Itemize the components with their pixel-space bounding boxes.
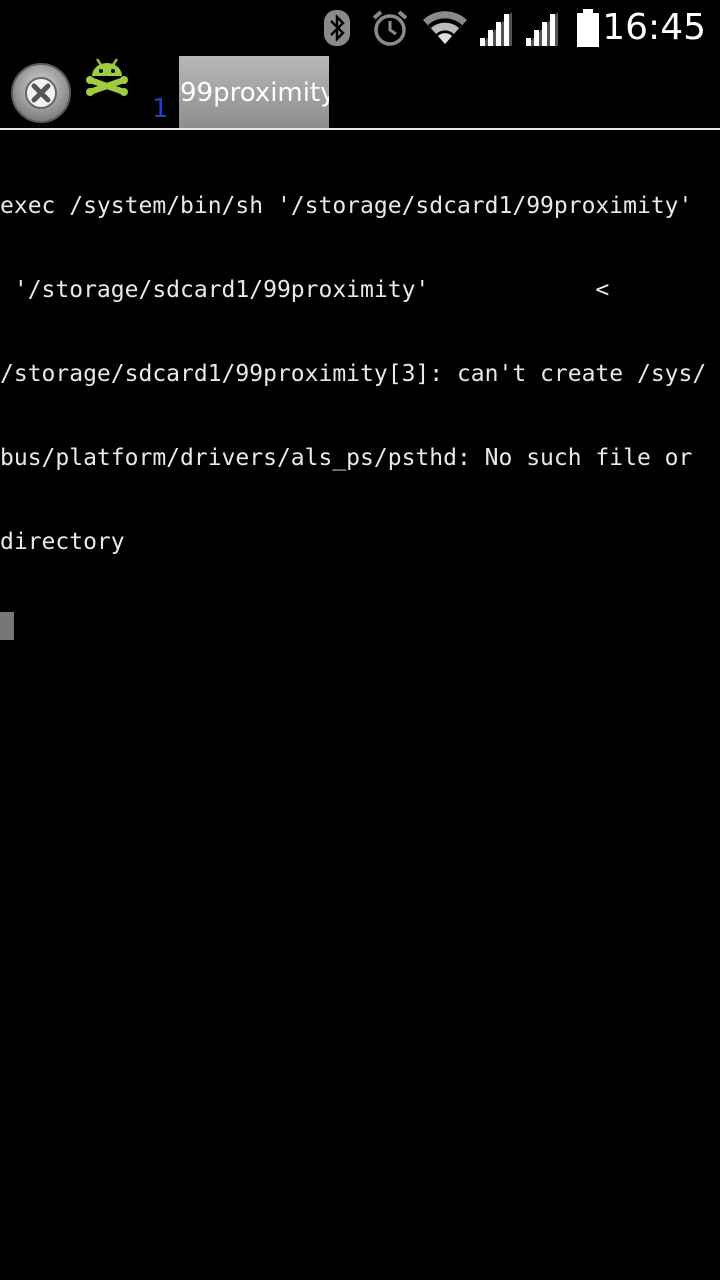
status-bar: 16:45	[0, 0, 720, 56]
battery-icon	[577, 9, 599, 47]
tab-divider	[0, 128, 720, 130]
terminal-prompt-line[interactable]	[0, 612, 720, 640]
wifi-icon	[423, 11, 467, 44]
tab-99proximity[interactable]: 99proximity	[179, 56, 329, 128]
close-window-button[interactable]	[10, 62, 72, 124]
android-terminal-icon	[86, 58, 128, 96]
signal-icon	[526, 12, 558, 46]
terminal-line: exec /system/bin/sh '/storage/sdcard1/99…	[0, 193, 693, 219]
terminal-output[interactable]: exec /system/bin/sh '/storage/sdcard1/99…	[0, 136, 720, 668]
terminal-cursor	[0, 612, 14, 640]
window-count-badge: 1	[152, 94, 169, 124]
terminal-line: '/storage/sdcard1/99proximity' <	[0, 277, 610, 303]
signal-icon	[480, 12, 512, 46]
clock-time: 16:45	[602, 7, 706, 48]
terminal-line: /storage/sdcard1/99proximity[3]: can't c…	[0, 361, 707, 387]
terminal-line: directory	[0, 529, 125, 555]
window-tab-bar: 1 99proximity	[0, 56, 720, 128]
bluetooth-icon	[324, 10, 350, 46]
terminal-line: bus/platform/drivers/als_ps/psthd: No su…	[0, 445, 693, 471]
alarm-icon	[372, 10, 408, 46]
